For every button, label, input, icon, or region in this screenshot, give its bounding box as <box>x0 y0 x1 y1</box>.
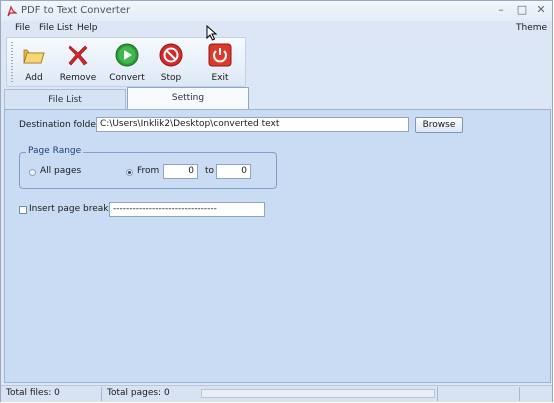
browse-button[interactable]: Browse <box>415 117 463 133</box>
progress-bar <box>201 389 435 398</box>
total-files-status: Total files: 0 <box>6 388 60 398</box>
menu-file-list[interactable]: File List <box>39 23 73 33</box>
exit-label: Exit <box>211 73 229 83</box>
from-label: From <box>137 166 160 176</box>
mouse-cursor-icon <box>206 25 218 41</box>
status-divider-3 <box>519 387 520 401</box>
tab-strip: File List Setting <box>1 87 552 110</box>
add-button[interactable]: Add <box>11 38 57 86</box>
green-play-icon <box>115 43 139 67</box>
stop-button[interactable]: Stop <box>148 38 194 86</box>
window-title: PDF to Text Converter <box>21 5 131 16</box>
pdf-logo-icon <box>7 5 17 17</box>
menu-theme[interactable]: Theme <box>516 23 547 33</box>
status-bar: Total files: 0 Total pages: 0 <box>1 385 552 402</box>
settings-panel: Destination folder: C:\Users\Inklik2\Des… <box>4 109 551 383</box>
to-page-input[interactable]: 0 <box>216 164 251 179</box>
red-x-icon <box>68 45 88 66</box>
status-divider-2 <box>437 387 438 401</box>
app-window: PDF to Text Converter – □ ✕ File File Li… <box>0 0 553 402</box>
to-label-text: to <box>205 166 215 176</box>
menu-bar: File File List Help Theme <box>1 21 552 37</box>
page-range-group: Page Range All pages From 0 0 to 0 <box>19 146 277 189</box>
open-folder-icon <box>23 49 45 64</box>
page-break-text-input[interactable]: -------------------------------- <box>109 202 265 217</box>
browse-label: Browse <box>422 120 456 130</box>
maximize-button[interactable]: □ <box>514 3 530 17</box>
all-pages-radio[interactable] <box>29 169 36 176</box>
close-button[interactable]: ✕ <box>533 3 549 17</box>
red-stop-icon <box>159 43 183 67</box>
menu-help[interactable]: Help <box>77 23 98 33</box>
minimize-button[interactable]: – <box>493 3 509 17</box>
convert-button[interactable]: Convert <box>104 38 150 86</box>
from-page-input[interactable]: 0 <box>163 164 198 179</box>
status-divider <box>101 387 102 401</box>
from-radio[interactable] <box>126 169 133 176</box>
page-range-title: Page Range <box>26 146 84 156</box>
all-pages-label: All pages <box>40 166 82 176</box>
insert-page-breaks-label: Insert page breaks: <box>29 204 117 214</box>
menu-file[interactable]: File <box>15 23 30 33</box>
stop-label: Stop <box>160 73 182 83</box>
red-power-icon <box>208 43 232 67</box>
tab-setting[interactable]: Setting <box>127 87 249 110</box>
destination-folder-input[interactable]: C:\Users\Inklik2\Desktop\converted text <box>96 117 409 132</box>
title-bar: PDF to Text Converter – □ ✕ <box>1 1 552 21</box>
convert-label: Convert <box>109 73 145 83</box>
destination-folder-label: Destination folder: <box>19 120 103 130</box>
toolbar: Add Remove Convert Stop Exit <box>6 37 246 87</box>
tab-file-list[interactable]: File List <box>4 89 126 109</box>
exit-button[interactable]: Exit <box>197 38 243 86</box>
total-pages-status: Total pages: 0 <box>107 388 170 398</box>
remove-label: Remove <box>59 73 97 83</box>
insert-page-breaks-checkbox[interactable] <box>19 206 27 214</box>
remove-button[interactable]: Remove <box>55 38 101 86</box>
add-label: Add <box>25 73 43 83</box>
